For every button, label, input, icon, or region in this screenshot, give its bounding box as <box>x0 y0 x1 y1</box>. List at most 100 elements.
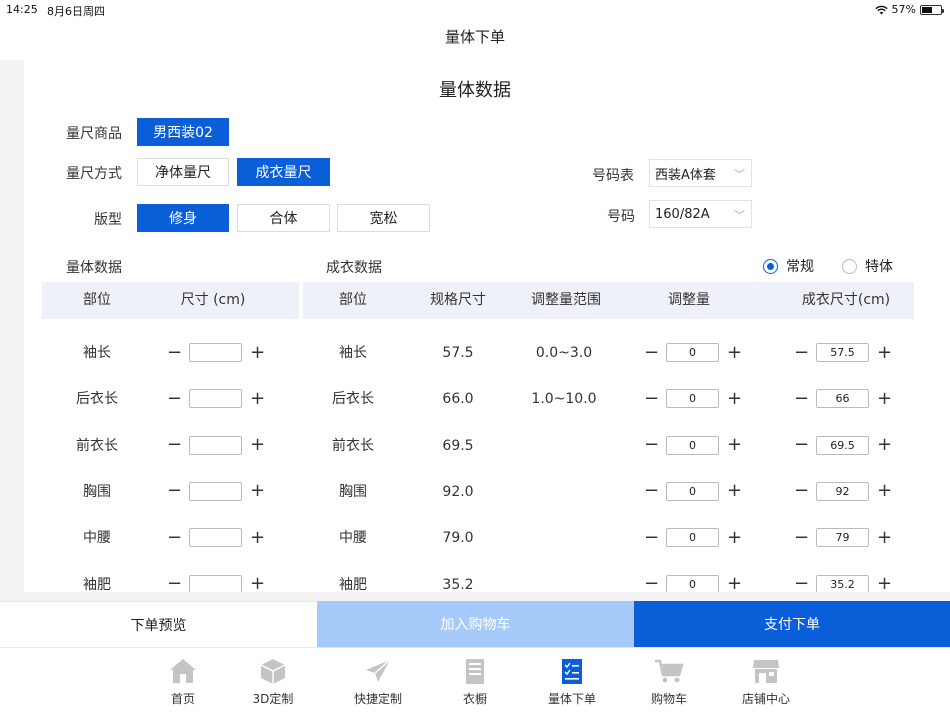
minus-button[interactable]: − <box>644 343 659 362</box>
garment-part: 中腰 <box>339 530 367 547</box>
final-size-stepper: −92 + <box>794 481 892 501</box>
minus-button[interactable]: − <box>167 482 182 500</box>
minus-button[interactable]: − <box>167 389 182 408</box>
plus-button[interactable]: + <box>877 436 892 454</box>
final-size-input[interactable]: 69.5 <box>816 435 869 455</box>
checklist-icon <box>562 659 582 684</box>
plus-button[interactable]: + <box>877 575 892 593</box>
minus-button[interactable]: − <box>167 528 182 547</box>
adjust-input[interactable]: 0 <box>666 481 719 501</box>
body-size-input[interactable] <box>189 435 242 455</box>
radio-normal[interactable]: 常规 <box>763 256 814 276</box>
minus-button[interactable]: − <box>644 436 659 454</box>
plus-button[interactable]: + <box>877 528 892 547</box>
minus-button[interactable]: − <box>794 528 809 547</box>
add-cart-button[interactable]: 加入购物车 <box>317 601 634 647</box>
adjust-input[interactable]: 0 <box>666 343 719 362</box>
size-label: 号码 <box>607 209 635 225</box>
body-size-stepper: − + <box>167 528 265 548</box>
minus-button[interactable]: − <box>167 436 182 454</box>
minus-button[interactable]: − <box>644 482 659 500</box>
plus-button[interactable]: + <box>727 482 742 500</box>
adjust-stepper: −0 + <box>644 343 742 362</box>
minus-button[interactable]: − <box>167 575 182 593</box>
body-size-input[interactable] <box>189 574 242 592</box>
final-size-input[interactable]: 57.5 <box>816 343 869 362</box>
plus-button[interactable]: + <box>727 575 742 593</box>
plus-button[interactable]: + <box>877 482 892 500</box>
tab-wardrobe[interactable]: 衣橱 <box>435 656 515 707</box>
tab-measure[interactable]: 量体下单 <box>532 656 612 707</box>
plus-button[interactable]: + <box>250 575 265 593</box>
plus-button[interactable]: + <box>250 436 265 454</box>
product-label: 量尺商品 <box>66 126 122 142</box>
adjust-input[interactable]: 0 <box>666 574 719 592</box>
spec-size: 66.0 <box>442 391 474 408</box>
wifi-icon <box>874 5 888 14</box>
final-size-input[interactable]: 92 <box>816 481 869 501</box>
plus-button[interactable]: + <box>250 528 265 547</box>
minus-button[interactable]: − <box>644 575 659 593</box>
minus-button[interactable]: − <box>794 389 809 408</box>
minus-button[interactable]: − <box>794 575 809 593</box>
minus-button[interactable]: − <box>794 482 809 500</box>
adjust-input[interactable]: 0 <box>666 389 719 409</box>
plus-button[interactable]: + <box>727 343 742 362</box>
plus-button[interactable]: + <box>877 389 892 408</box>
method-net-button[interactable]: 净体量尺 <box>137 158 229 186</box>
minus-button[interactable]: − <box>644 389 659 408</box>
fit-regular-button[interactable]: 合体 <box>237 204 330 232</box>
radio-special-indicator <box>842 258 857 274</box>
adjust-input[interactable]: 0 <box>666 435 719 455</box>
tab-3d[interactable]: 3D定制 <box>233 656 313 707</box>
plus-button[interactable]: + <box>250 389 265 408</box>
radio-normal-indicator <box>763 258 778 274</box>
tab-home[interactable]: 首页 <box>143 656 223 707</box>
product-button[interactable]: 男西装02 <box>137 118 229 146</box>
plus-button[interactable]: + <box>727 389 742 408</box>
body-part: 袖长 <box>83 345 111 361</box>
tab-store[interactable]: 店铺中心 <box>726 656 806 707</box>
plus-button[interactable]: + <box>250 482 265 500</box>
size-value: 160/82A <box>655 206 710 222</box>
minus-button[interactable]: − <box>644 528 659 547</box>
adjust-input[interactable]: 0 <box>666 528 719 548</box>
body-size-input[interactable] <box>189 528 242 548</box>
body-size-input[interactable] <box>189 343 242 362</box>
battery-icon <box>920 4 944 15</box>
plus-button[interactable]: + <box>727 528 742 547</box>
fit-loose-button[interactable]: 宽松 <box>337 204 430 232</box>
minus-button[interactable]: − <box>167 343 182 362</box>
radio-special[interactable]: 特体 <box>842 256 893 276</box>
page-title: 量体下单 <box>444 28 505 46</box>
method-garment-button[interactable]: 成衣量尺 <box>237 158 330 186</box>
chevron-down-icon: ﹀ <box>734 209 745 222</box>
final-size-input[interactable]: 79 <box>816 528 869 548</box>
tab-label: 快捷定制 <box>353 692 402 706</box>
body-size-input[interactable] <box>189 389 242 409</box>
garment-section-title: 成衣数据 <box>326 260 382 276</box>
body-size-input[interactable] <box>189 481 242 501</box>
chevron-down-icon: ﹀ <box>734 168 745 181</box>
card-title: 量体数据 <box>439 80 511 101</box>
pay-button[interactable]: 支付下单 <box>634 601 950 647</box>
adjust-stepper: −0 + <box>644 435 742 455</box>
plus-button[interactable]: + <box>877 343 892 362</box>
minus-button[interactable]: − <box>794 436 809 454</box>
final-size-input[interactable]: 35.2 <box>816 574 869 592</box>
table-row: 袖长 − + 袖长 57.5 0.0~3.0−0 + −57.5 + <box>24 330 926 376</box>
tab-cart[interactable]: 购物车 <box>629 656 709 707</box>
minus-button[interactable]: − <box>794 343 809 362</box>
plus-button[interactable]: + <box>727 436 742 454</box>
tab-quick[interactable]: 快捷定制 <box>338 656 418 707</box>
final-size-input[interactable]: 66 <box>816 389 869 409</box>
plus-button[interactable]: + <box>250 343 265 362</box>
adjust-range: 0.0~3.0 <box>535 345 593 361</box>
size-table-select[interactable]: 西装A体套 ﹀ <box>649 159 752 187</box>
tab-label: 店铺中心 <box>741 692 790 706</box>
size-select[interactable]: 160/82A ﹀ <box>649 200 752 228</box>
battery-level <box>922 6 933 13</box>
fit-slim-button[interactable]: 修身 <box>137 204 229 232</box>
preview-button[interactable]: 下单预览 <box>0 601 317 647</box>
status-date: 8月6日周四 <box>47 5 105 18</box>
